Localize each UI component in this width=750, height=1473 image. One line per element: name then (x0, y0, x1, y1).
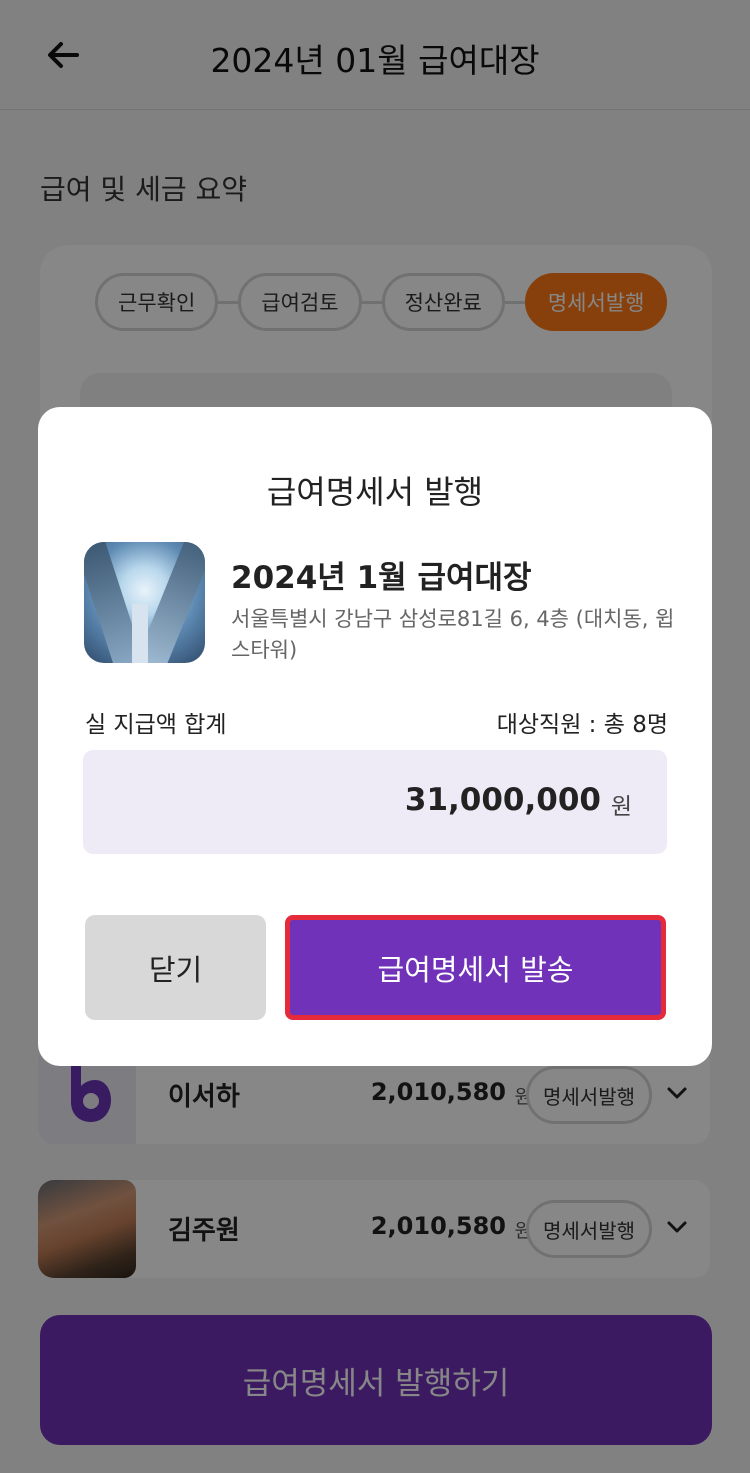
send-statements-button[interactable]: 급여명세서 발송 (285, 915, 666, 1020)
total-pay-label: 실 지급액 합계 (85, 712, 227, 738)
close-button[interactable]: 닫기 (85, 915, 266, 1020)
payroll-thumbnail (84, 542, 205, 663)
modal-title: 급여명세서 발행 (266, 473, 484, 511)
issue-statement-modal: 급여명세서 발행 2024년 1월 급여대장 서울특별시 강남구 삼성로81길 … (38, 407, 712, 1066)
total-amount: 31,000,000 (404, 782, 601, 818)
company-address: 서울특별시 강남구 삼성로81길 6, 4층 (대치동, 윕스타워) (231, 607, 675, 662)
total-amount-box: 31,000,000 원 (83, 750, 667, 854)
payroll-title: 2024년 1월 급여대장 (231, 560, 532, 596)
target-employees-count: 대상직원 : 총 8명 (496, 712, 668, 738)
currency-unit: 원 (610, 794, 632, 820)
